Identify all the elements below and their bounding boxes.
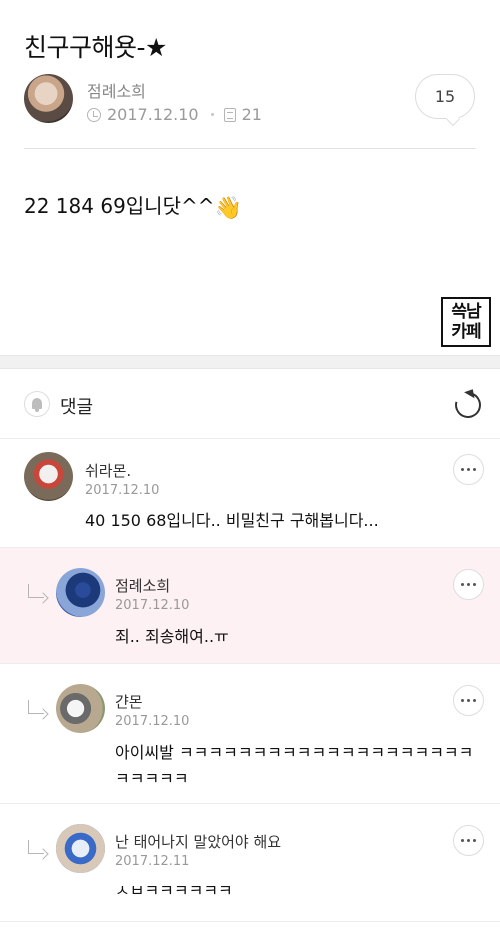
dot (461, 583, 464, 586)
dot (473, 468, 476, 471)
comment-date: 2017.12.11 (115, 854, 190, 869)
post-title: 친구구해욧-★ (24, 33, 167, 62)
dot (473, 839, 476, 842)
cafe-logo-line2: 카페 (451, 322, 481, 342)
post-date: 2017.12.10 (107, 105, 199, 124)
post-body-text: 22 184 69입니닷^^ (24, 194, 215, 218)
reply-item: 점례소희 2017.12.10 죄.. 죄송해여..ㅠ (0, 548, 500, 664)
comment-text: 죄.. 죄송해여..ㅠ (115, 627, 229, 646)
post-body: 22 184 69입니닷^^👋 (24, 190, 242, 221)
post-meta: 2017.12.10 21 (87, 105, 262, 124)
commenter-avatar[interactable] (56, 824, 105, 873)
waving-hand-icon: 👋 (214, 196, 242, 221)
comment-text: 아이씨발 ㅋㅋㅋㅋㅋㅋㅋㅋㅋㅋㅋㅋㅋㅋㅋㅋㅋㅋㅋㅋㅋㅋㅋㅋㅋ (115, 743, 474, 788)
comment-text: ㅅㅂㅋㅋㅋㅋㅋㅋ (115, 881, 233, 900)
clock-icon (87, 107, 101, 122)
commenter-name[interactable]: 쉬라몬. (85, 460, 131, 481)
reply-arrow-icon (28, 840, 44, 854)
commenter-name[interactable]: 난 태어나지 말았어야 해요 (115, 831, 281, 852)
speech-bubble-tail (445, 111, 461, 127)
comment-date: 2017.12.10 (115, 714, 190, 729)
reply-item: 갼몬 2017.12.10 아이씨발 ㅋㅋㅋㅋㅋㅋㅋㅋㅋㅋㅋㅋㅋㅋㅋㅋㅋㅋㅋㅋㅋ… (0, 664, 500, 804)
comment-item: 쉬라몬. 2017.12.10 40 150 68입니다.. 비밀친구 구해봅니… (0, 440, 500, 548)
dot (467, 468, 470, 471)
cafe-logo-line1: 쓱남 (451, 302, 481, 322)
dot (467, 839, 470, 842)
bell-icon[interactable] (24, 391, 50, 417)
post-header: 친구구해욧-★ 점례소희 2017.12.10 21 15 (0, 0, 500, 150)
cafe-logo: 쓱남 카페 (441, 297, 491, 347)
commenter-avatar[interactable] (56, 684, 105, 733)
dot (467, 583, 470, 586)
commenter-name[interactable]: 점례소희 (115, 575, 170, 596)
divider (24, 148, 476, 149)
meta-separator (210, 113, 214, 116)
reply-arrow-icon (28, 700, 44, 714)
comment-date: 2017.12.10 (115, 598, 190, 613)
dot (461, 839, 464, 842)
author-avatar[interactable] (24, 74, 73, 123)
comment-text: 40 150 68입니다.. 비밀친구 구해봅니다... (85, 511, 379, 530)
reply-arrow-icon (28, 584, 44, 598)
more-options-button[interactable] (453, 569, 484, 600)
document-icon (223, 107, 236, 122)
dot (467, 699, 470, 702)
section-divider (0, 355, 500, 369)
dot (473, 699, 476, 702)
post-views: 21 (241, 105, 262, 124)
comments-header: 댓글 (0, 369, 500, 439)
commenter-avatar[interactable] (24, 452, 73, 501)
comment-count-button[interactable]: 15 (415, 74, 475, 127)
more-options-button[interactable] (453, 825, 484, 856)
comment-count: 15 (434, 87, 456, 106)
more-options-button[interactable] (453, 685, 484, 716)
dot (461, 699, 464, 702)
dot (461, 468, 464, 471)
comments-label: 댓글 (60, 397, 94, 418)
author-name[interactable]: 점례소희 (87, 78, 146, 102)
comment-date: 2017.12.10 (85, 483, 160, 498)
commenter-avatar[interactable] (56, 568, 105, 617)
dot (473, 583, 476, 586)
more-options-button[interactable] (453, 454, 484, 485)
refresh-icon[interactable] (450, 387, 486, 423)
commenter-name[interactable]: 갼몬 (115, 691, 143, 712)
reply-item: 난 태어나지 말았어야 해요 2017.12.11 ㅅㅂㅋㅋㅋㅋㅋㅋ (0, 804, 500, 922)
